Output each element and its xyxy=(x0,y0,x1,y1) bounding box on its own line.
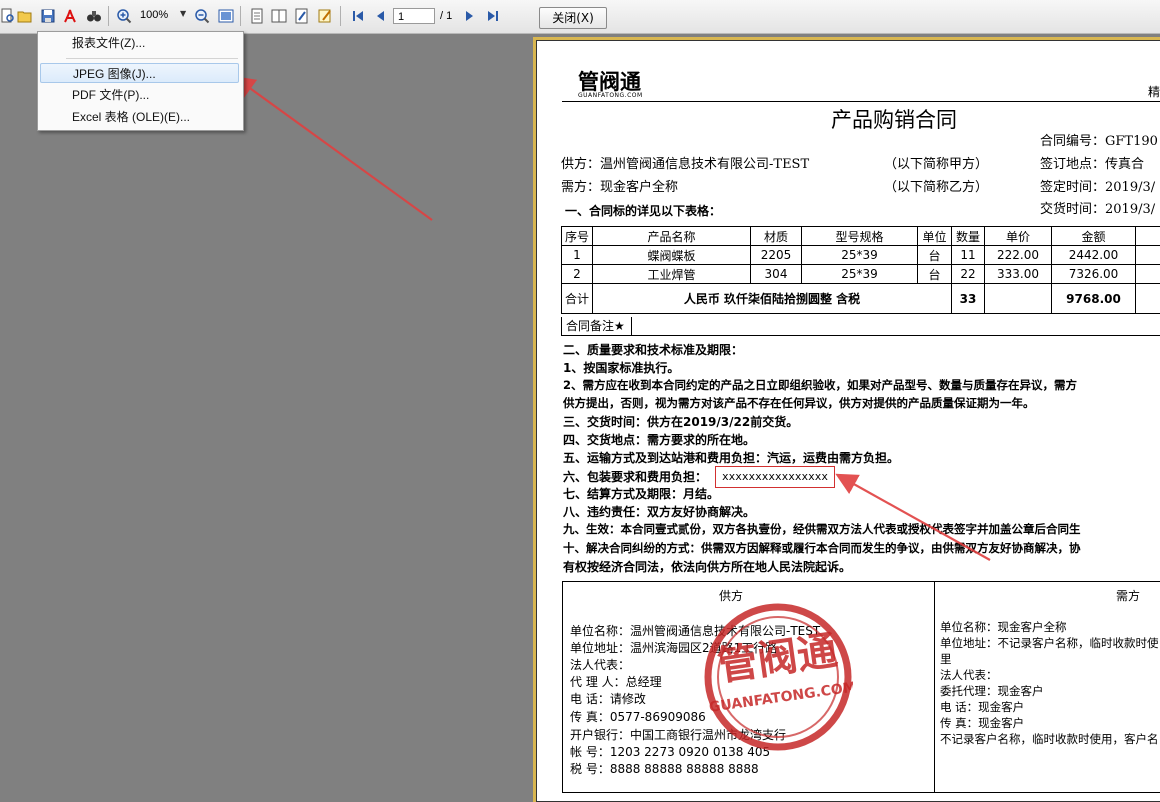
menu-item-pdf-file[interactable]: PDF 文件(P)... xyxy=(40,85,239,105)
menu-item-excel-ole[interactable]: Excel 表格 (OLE)(E)... xyxy=(40,107,239,127)
export-menu: 报表文件(Z)... JPEG 图像(J)... PDF 文件(P)... Ex… xyxy=(37,31,244,131)
menu-item-jpeg-image[interactable]: JPEG 图像(J)... xyxy=(40,63,239,83)
menu-separator xyxy=(66,58,238,59)
menu-item-report-file[interactable]: 报表文件(Z)... xyxy=(40,33,239,53)
annotation-arrow-packing xyxy=(843,478,990,560)
annotation-arrow-menu xyxy=(240,81,432,220)
